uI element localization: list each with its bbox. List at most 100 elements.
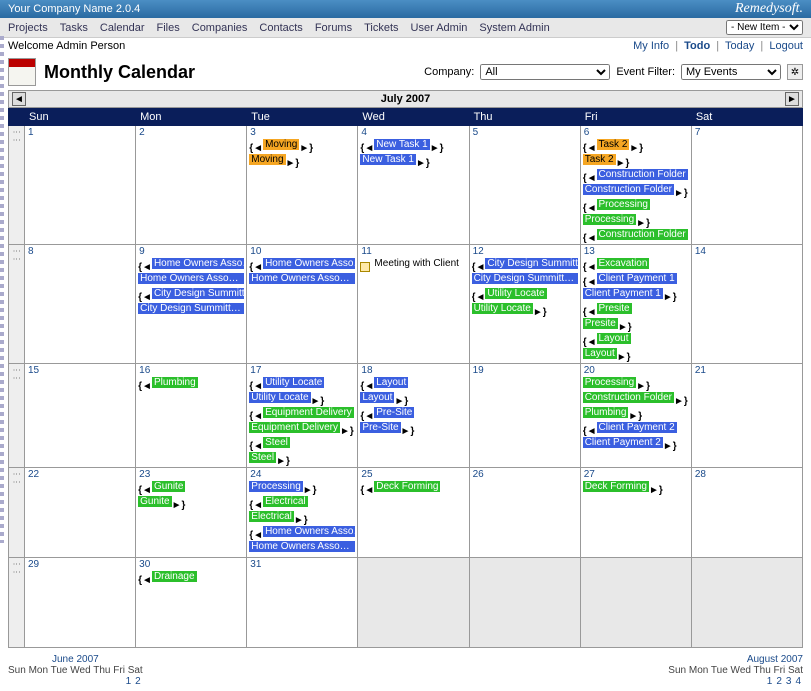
- event-item[interactable]: Construction Folder: [583, 392, 674, 403]
- day-number[interactable]: 30: [136, 558, 153, 571]
- day-cell[interactable]: [358, 558, 469, 648]
- event-item[interactable]: Moving: [249, 154, 285, 165]
- day-cell[interactable]: [580, 558, 691, 648]
- event-item[interactable]: Home Owners Associati...: [152, 258, 244, 269]
- event-item[interactable]: Deck Forming: [374, 481, 440, 492]
- event-item[interactable]: Task 2: [583, 154, 616, 165]
- day-cell[interactable]: 23{◄GuniteGunite►}: [136, 468, 247, 558]
- day-number[interactable]: 13: [581, 245, 598, 258]
- day-number[interactable]: 3: [247, 126, 259, 139]
- day-cell[interactable]: 1: [25, 126, 136, 245]
- event-item[interactable]: Plumbing: [152, 377, 198, 388]
- event-item[interactable]: Processing: [583, 214, 636, 225]
- menu-forums[interactable]: Forums: [315, 22, 352, 34]
- event-filter-select[interactable]: My Events: [681, 64, 781, 80]
- company-select[interactable]: All: [480, 64, 610, 80]
- day-cell[interactable]: 12{◄City Design Summitta...City Design S…: [469, 245, 580, 364]
- day-cell[interactable]: 5: [469, 126, 580, 245]
- event-item[interactable]: Home Owners Associat...: [263, 526, 355, 537]
- event-item[interactable]: Utility Locate: [472, 303, 533, 314]
- day-number[interactable]: 14: [692, 245, 709, 258]
- event-item[interactable]: Electrical: [263, 496, 308, 507]
- menu-contacts[interactable]: Contacts: [259, 22, 302, 34]
- week-handle[interactable]: ⋮⋮: [9, 126, 25, 245]
- menu-system-admin[interactable]: System Admin: [479, 22, 549, 34]
- event-item[interactable]: Client Payment 2: [597, 422, 677, 433]
- event-item[interactable]: Client Payment 1: [597, 273, 677, 284]
- event-item[interactable]: Utility Locate: [263, 377, 324, 388]
- day-number[interactable]: 6: [581, 126, 593, 139]
- day-number[interactable]: 27: [581, 468, 598, 481]
- event-item[interactable]: Equipment Delivery: [263, 407, 354, 418]
- day-cell[interactable]: 19: [469, 364, 580, 468]
- day-cell[interactable]: 17{◄Utility LocateUtility Locate►}{◄Equi…: [247, 364, 358, 468]
- event-item[interactable]: Utility Locate: [249, 392, 310, 403]
- day-number[interactable]: 18: [358, 364, 375, 377]
- event-item[interactable]: Utility Locate: [485, 288, 546, 299]
- mini-next-month[interactable]: August 2007 Sun Mon Tue Wed Thu Fri Sat …: [668, 654, 803, 687]
- day-number[interactable]: 20: [581, 364, 598, 377]
- event-item[interactable]: Home Owners Associat...: [138, 273, 244, 284]
- day-cell[interactable]: 16{◄Plumbing: [136, 364, 247, 468]
- day-number[interactable]: 24: [247, 468, 264, 481]
- day-cell[interactable]: [469, 558, 580, 648]
- mini-day-link[interactable]: 3: [786, 676, 792, 687]
- event-item[interactable]: Pre-Site: [374, 407, 414, 418]
- link-today[interactable]: Today: [725, 40, 754, 52]
- event-item[interactable]: Excavation: [597, 258, 650, 269]
- day-number[interactable]: 19: [470, 364, 487, 377]
- day-cell[interactable]: 8: [25, 245, 136, 364]
- day-cell[interactable]: 18{◄LayoutLayout►}{◄Pre-SitePre-Site►}: [358, 364, 469, 468]
- week-handle[interactable]: ⋮⋮: [9, 364, 25, 468]
- mini-prev-month[interactable]: June 2007 Sun Mon Tue Wed Thu Fri Sat 12: [8, 654, 143, 687]
- menu-files[interactable]: Files: [157, 22, 180, 34]
- day-number[interactable]: 23: [136, 468, 153, 481]
- event-item[interactable]: Drainage: [152, 571, 197, 582]
- event-item[interactable]: Presite: [583, 318, 618, 329]
- menu-tickets[interactable]: Tickets: [364, 22, 398, 34]
- day-number[interactable]: 31: [247, 558, 264, 571]
- day-number[interactable]: 11: [358, 245, 374, 258]
- event-item[interactable]: Steel: [263, 437, 290, 448]
- mini-day-link[interactable]: 2: [135, 676, 141, 687]
- day-number[interactable]: 21: [692, 364, 709, 377]
- mini-day-link[interactable]: 1: [126, 676, 132, 687]
- day-cell[interactable]: 30{◄Drainage: [136, 558, 247, 648]
- event-item[interactable]: City Design Summitta...: [152, 288, 244, 299]
- event-item[interactable]: Construction Folder: [583, 184, 674, 195]
- event-item[interactable]: Moving: [263, 139, 299, 150]
- menu-tasks[interactable]: Tasks: [60, 22, 88, 34]
- event-item[interactable]: Gunite: [152, 481, 185, 492]
- event-item[interactable]: Client Payment 1: [583, 288, 663, 299]
- event-item[interactable]: Pre-Site: [360, 422, 400, 433]
- link-my-info[interactable]: My Info: [633, 40, 669, 52]
- day-number[interactable]: 5: [470, 126, 482, 139]
- event-item[interactable]: Steel: [249, 452, 276, 463]
- event-item[interactable]: Layout: [374, 377, 408, 388]
- day-cell[interactable]: 10{◄Home Owners Associat...Home Owners A…: [247, 245, 358, 364]
- day-cell[interactable]: 3{◄Moving►}Moving►}: [247, 126, 358, 245]
- day-cell[interactable]: 21: [691, 364, 802, 468]
- event-item[interactable]: New Task 1: [360, 154, 416, 165]
- day-cell[interactable]: 22: [25, 468, 136, 558]
- event-item[interactable]: Processing: [249, 481, 302, 492]
- event-item[interactable]: Layout: [360, 392, 394, 403]
- day-number[interactable]: 7: [692, 126, 704, 139]
- menu-companies[interactable]: Companies: [192, 22, 248, 34]
- menu-calendar[interactable]: Calendar: [100, 22, 145, 34]
- day-cell[interactable]: 9{◄Home Owners Associati...Home Owners A…: [136, 245, 247, 364]
- day-cell[interactable]: 11Meeting with Client: [358, 245, 469, 364]
- day-number[interactable]: 1: [25, 126, 37, 139]
- mini-day-link[interactable]: 1: [767, 676, 773, 687]
- day-number[interactable]: 8: [25, 245, 37, 258]
- day-cell[interactable]: 2: [136, 126, 247, 245]
- mini-day-link[interactable]: 4: [795, 676, 801, 687]
- next-month-button[interactable]: ►: [785, 92, 799, 106]
- link-logout[interactable]: Logout: [769, 40, 803, 52]
- day-cell[interactable]: 15: [25, 364, 136, 468]
- event-item[interactable]: Presite: [597, 303, 632, 314]
- gear-icon[interactable]: ✲: [787, 64, 803, 80]
- day-cell[interactable]: 7: [691, 126, 802, 245]
- event-item[interactable]: Home Owners Associat...: [263, 258, 355, 269]
- day-number[interactable]: 17: [247, 364, 264, 377]
